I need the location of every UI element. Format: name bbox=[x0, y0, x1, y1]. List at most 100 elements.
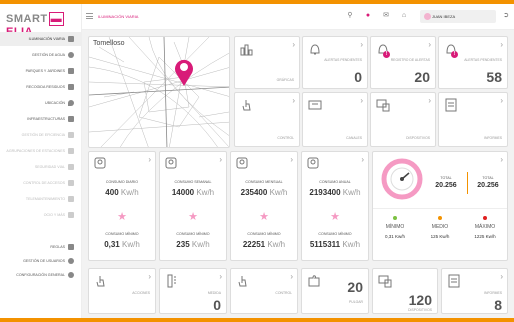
logout-icon[interactable]: ➲ bbox=[502, 12, 510, 20]
bottom-accent-bar bbox=[0, 318, 514, 322]
control-card[interactable]: › Control bbox=[234, 92, 300, 147]
card-label: Informes bbox=[484, 291, 502, 295]
graficas-card[interactable]: › Gráficas bbox=[234, 36, 300, 89]
star-icon: ★ bbox=[117, 211, 127, 223]
wrench-icon bbox=[68, 196, 74, 202]
dispositivos-card[interactable]: › Dispositivos bbox=[370, 92, 436, 147]
chevron-right-icon: › bbox=[292, 96, 295, 105]
card-label: Acciones bbox=[132, 291, 150, 295]
sidebar-item-infraestructuras[interactable]: Infraestructuras bbox=[0, 112, 82, 126]
tree-icon bbox=[68, 68, 74, 74]
street-map[interactable] bbox=[89, 37, 230, 148]
sidebar-item-label: Agrupaciones de estaciones bbox=[6, 149, 65, 153]
card-label: Alertas pendientes bbox=[464, 58, 502, 62]
home-icon[interactable]: ⌂ bbox=[400, 12, 408, 20]
registro-alertas-card[interactable]: › ! Registro de alertas 20 bbox=[370, 36, 436, 89]
alert-badge-icon: ! bbox=[383, 51, 390, 58]
app-logo[interactable]: SMART▬ELIA bbox=[6, 12, 81, 38]
sidebar-item-residuos[interactable]: Recogida residuos bbox=[0, 80, 82, 94]
chevron-right-icon: › bbox=[292, 40, 295, 49]
chevron-right-icon: › bbox=[360, 40, 363, 49]
sidebar-item-eficiencia[interactable]: Gestión de eficiencia bbox=[0, 128, 82, 142]
consumo-diario-card[interactable]: › Consumo diario 400 Kw/h ★ Consumo míni… bbox=[88, 151, 156, 261]
sidebar-item-telemantenimiento[interactable]: Telemantenimiento bbox=[0, 192, 82, 206]
map-pin-icon[interactable] bbox=[173, 57, 195, 87]
sidebar-item-estaciones[interactable]: Agrupaciones de estaciones bbox=[0, 144, 82, 158]
min-consumption-number: 235 bbox=[176, 240, 190, 249]
hand-pointer-icon bbox=[96, 276, 105, 287]
sidebar-item-label: Reglas bbox=[50, 245, 65, 249]
consumption-number: 400 bbox=[105, 188, 119, 197]
station-icon bbox=[68, 148, 74, 154]
sidebar-item-usuarios[interactable]: Gestión de usuarios bbox=[0, 254, 82, 268]
alert-icon[interactable]: ● bbox=[364, 12, 372, 20]
consumption-value: 235400 Kw/h bbox=[231, 188, 297, 197]
consumption-unit: Kw/h bbox=[342, 188, 361, 197]
acciones-card[interactable]: › Acciones bbox=[88, 268, 156, 314]
sidebar-item-configuracion[interactable]: Configuración general bbox=[0, 268, 82, 282]
sidebar-item-seguridad[interactable]: Seguridad vial bbox=[0, 160, 82, 174]
door-icon bbox=[68, 180, 74, 186]
card-label: Dispositivos bbox=[406, 136, 430, 140]
min-consumption-unit: Kw/h bbox=[122, 240, 140, 249]
hand-pointer-icon bbox=[238, 276, 247, 287]
alert-badge-icon: ! bbox=[451, 51, 458, 58]
total-b-value: 20.256 bbox=[477, 182, 499, 189]
informes-card-2[interactable]: › Informes 8 bbox=[441, 268, 508, 314]
min-value: 0,31 Kw/h bbox=[384, 234, 405, 239]
sidebar-item-label: Ocio y más bbox=[43, 213, 65, 217]
chevron-right-icon: › bbox=[361, 155, 364, 164]
consumption-value: 2193400 Kw/h bbox=[302, 188, 368, 197]
avg-value: 125 Kw/h bbox=[430, 234, 450, 239]
pulgar-card[interactable]: 20 Pulgar bbox=[301, 268, 369, 314]
settings-icon bbox=[68, 272, 74, 278]
card-label: Medida bbox=[207, 291, 221, 295]
chevron-right-icon: › bbox=[500, 272, 503, 281]
consumo-anual-card[interactable]: › Consumo anual 2193400 Kw/h ★ Consumo m… bbox=[301, 151, 369, 261]
consumption-title: Consumo mensual bbox=[245, 180, 283, 184]
sidebar-item-ubicacion[interactable]: Ubicación bbox=[0, 96, 82, 110]
medida-card[interactable]: › Medida 0 bbox=[159, 268, 227, 314]
alertas-pendientes-card-2[interactable]: › ! Alertas pendientes 58 bbox=[438, 36, 508, 89]
chevron-right-icon: › bbox=[428, 40, 431, 49]
consumo-mensual-card[interactable]: › Consumo mensual 235400 Kw/h ★ Consumo … bbox=[230, 151, 298, 261]
sidebar-item-iluminacion[interactable]: Iluminación viaria bbox=[0, 32, 82, 46]
map-card[interactable]: Tomelloso bbox=[88, 36, 230, 148]
devices-icon bbox=[378, 275, 392, 288]
avatar bbox=[424, 13, 431, 20]
consumo-semanal-card[interactable]: › Consumo semanal 14000 Kw/h ★ Consumo m… bbox=[159, 151, 227, 261]
dispositivos-card-2[interactable]: 120 Dispositivos bbox=[372, 268, 438, 314]
alertas-pendientes-card[interactable]: › Alertas pendientes 0 bbox=[302, 36, 368, 89]
consumption-title: Consumo anual bbox=[319, 180, 351, 184]
hamburger-menu-icon[interactable] bbox=[86, 13, 93, 19]
logo-text-smart: SMART bbox=[6, 13, 48, 25]
star-icon: ★ bbox=[259, 211, 269, 223]
location-pin-icon bbox=[68, 100, 74, 106]
card-value: 120 bbox=[408, 292, 432, 308]
sidebar-item-label: Seguridad vial bbox=[34, 165, 65, 169]
sidebar-item-accesos[interactable]: Control de accesos bbox=[0, 176, 82, 190]
sidebar-item-agua[interactable]: Gestión de agua bbox=[0, 48, 82, 62]
sidebar-item-reglas[interactable]: Reglas bbox=[0, 240, 82, 254]
map-title: Tomelloso bbox=[93, 40, 125, 47]
sidebar-item-ocio[interactable]: Ocio y más bbox=[0, 208, 82, 222]
control-card-2[interactable]: › Control bbox=[230, 268, 298, 314]
sidebar-item-label: Gestión de eficiencia bbox=[21, 133, 65, 137]
trash-icon bbox=[68, 84, 74, 90]
puzzle-icon bbox=[308, 275, 320, 287]
water-drop-icon bbox=[68, 52, 74, 58]
min-consumption-title: Consumo mínimo bbox=[105, 232, 139, 236]
min-consumption-title: Consumo mínimo bbox=[318, 232, 352, 236]
document-icon bbox=[445, 98, 457, 112]
chevron-right-icon: › bbox=[148, 155, 151, 164]
search-icon[interactable]: ⚲ bbox=[346, 12, 354, 20]
informes-card[interactable]: › Informes bbox=[438, 92, 508, 147]
canales-card[interactable]: › Canales bbox=[302, 92, 368, 147]
mail-icon[interactable]: ✉ bbox=[382, 12, 390, 20]
totals-card[interactable]: › Total 20.256 Total 20.256 Mínimo 0,31 … bbox=[372, 151, 508, 261]
card-value: 8 bbox=[494, 297, 502, 313]
sidebar-item-parques[interactable]: Parques y jardines bbox=[0, 64, 82, 78]
min-consumption-value: 0,31 Kw/h bbox=[89, 240, 155, 249]
user-menu[interactable]: Juan Ibeza bbox=[420, 10, 496, 23]
sidebar-item-label: Recogida residuos bbox=[26, 85, 65, 89]
